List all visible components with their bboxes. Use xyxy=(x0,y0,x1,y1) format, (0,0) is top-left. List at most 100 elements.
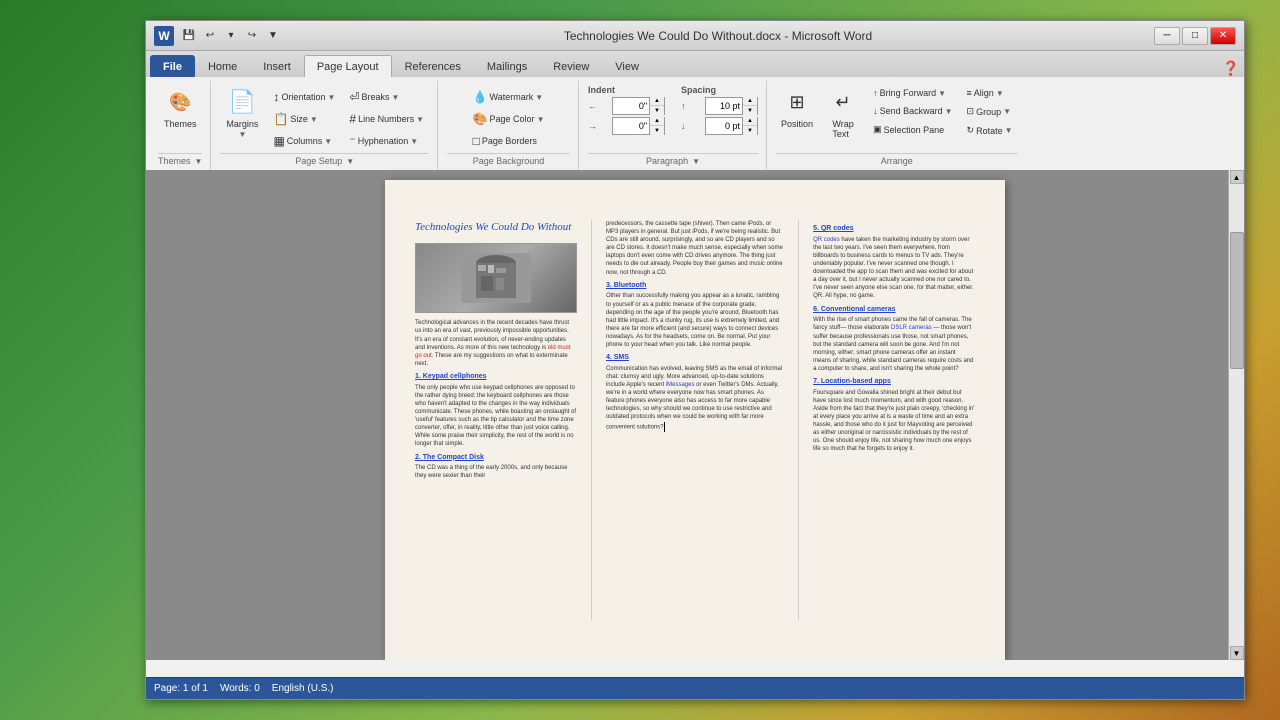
close-btn[interactable]: ✕ xyxy=(1210,27,1236,45)
wrap-text-btn[interactable]: ↵ WrapText xyxy=(822,83,864,142)
doc-text-qr: QR codes have taken the marketing indust… xyxy=(813,236,975,301)
send-backward-btn[interactable]: ↓ Send Backward ▼ xyxy=(868,103,957,119)
window-title: Technologies We Could Do Without.docx - … xyxy=(282,29,1154,43)
selection-pane-btn[interactable]: ▣ Selection Pane xyxy=(868,121,957,138)
breaks-label: Breaks xyxy=(361,92,389,102)
doc-text-cd-cont: predecessors, the cassette tape (shiver)… xyxy=(606,220,784,277)
selection-pane-label: Selection Pane xyxy=(884,125,945,135)
indent-right-row: → 0" ▲ ▼ xyxy=(588,117,665,135)
page-color-btn[interactable]: 🎨 Page Color ▼ xyxy=(468,109,550,129)
ribbon-content: 🎨 Themes Themes ▼ 📄 Margins ▼ ↕ xyxy=(146,77,1244,170)
indent-right-down[interactable]: ▼ xyxy=(650,126,664,135)
spacing-before-up[interactable]: ▲ xyxy=(743,97,757,106)
orientation-label: Orientation xyxy=(281,92,325,102)
doc-text-cameras: With the rise of smart phones came the f… xyxy=(813,316,975,373)
page-borders-btn[interactable]: □ Page Borders xyxy=(468,131,542,151)
document-area[interactable]: ▲ ▼ Technologies We Could Do Without xyxy=(146,170,1244,660)
position-label: Position xyxy=(781,119,813,129)
line-numbers-btn[interactable]: # Line Numbers ▼ xyxy=(344,109,429,129)
customize-quick-btn[interactable]: ▼ xyxy=(264,27,282,45)
word-icon: W xyxy=(154,26,174,46)
themes-btn[interactable]: 🎨 Themes xyxy=(159,83,202,132)
maximize-btn[interactable]: □ xyxy=(1182,27,1208,45)
page-borders-label: Page Borders xyxy=(482,136,537,146)
document-page: Technologies We Could Do Without Tech xyxy=(385,180,1005,660)
doc-column-right: 5. QR codes QR codes have taken the mark… xyxy=(813,220,975,620)
selection-pane-icon: ▣ xyxy=(873,124,882,135)
redo-quick-btn[interactable]: ↪ xyxy=(243,27,261,45)
page-bg-content: 💧 Watermark ▼ 🎨 Page Color ▼ □ Page Bord… xyxy=(468,83,550,151)
title-bar-left: W 💾 ↩ ▾ ↪ ▼ xyxy=(154,26,282,46)
bring-forward-btn[interactable]: ↑ Bring Forward ▼ xyxy=(868,85,957,101)
send-backward-icon: ↓ xyxy=(873,106,878,116)
indent-label: Indent xyxy=(588,85,665,95)
line-numbers-label: Line Numbers xyxy=(358,114,414,124)
themes-icon: 🎨 xyxy=(164,86,196,118)
spacing-after-down[interactable]: ▼ xyxy=(743,126,757,135)
scroll-down-btn[interactable]: ▼ xyxy=(1230,646,1244,660)
arrange-content: ⊞ Position ↵ WrapText ↑ Bring Forward ▼ xyxy=(776,83,1018,151)
doc-title: Technologies We Could Do Without xyxy=(415,220,577,235)
tab-insert[interactable]: Insert xyxy=(250,55,304,77)
margins-label: Margins xyxy=(226,119,258,129)
paragraph-group-label: Paragraph ▼ xyxy=(588,153,758,168)
doc-column-center: predecessors, the cassette tape (shiver)… xyxy=(606,220,784,620)
spacing-after-up[interactable]: ▲ xyxy=(743,117,757,126)
align-btn[interactable]: ≡ Align ▼ xyxy=(962,85,1018,101)
tab-references[interactable]: References xyxy=(392,55,474,77)
breaks-btn[interactable]: ⏎ Breaks ▼ xyxy=(344,87,429,107)
rotate-btn[interactable]: ↻ Rotate ▼ xyxy=(962,122,1018,139)
watermark-btn[interactable]: 💧 Watermark ▼ xyxy=(468,87,549,107)
spacing-after-spinbox[interactable]: 0 pt ▲ ▼ xyxy=(705,117,758,135)
tab-review[interactable]: Review xyxy=(540,55,602,77)
doc-text-cd: The CD was a thing of the early 2000s, a… xyxy=(415,464,577,480)
indent-left-up[interactable]: ▲ xyxy=(650,97,664,106)
undo-dropdown-btn[interactable]: ▾ xyxy=(222,27,240,45)
rotate-icon: ↻ xyxy=(967,125,975,136)
status-bar: Page: 1 of 1 Words: 0 English (U.S.) xyxy=(146,677,1244,699)
page-bg-group-label: Page Background xyxy=(447,153,570,168)
margins-btn[interactable]: 📄 Margins ▼ xyxy=(220,83,264,142)
doc-text-bluetooth: Other than successfully making you appea… xyxy=(606,292,784,349)
indent-right-up[interactable]: ▲ xyxy=(650,117,664,126)
themes-expand-icon[interactable]: ▼ xyxy=(195,157,203,166)
group-icon: ⊡ xyxy=(967,106,975,117)
undo-quick-btn[interactable]: ↩ xyxy=(201,27,219,45)
wrap-text-icon: ↵ xyxy=(827,86,859,118)
spacing-before-spinbox[interactable]: 10 pt ▲ ▼ xyxy=(705,97,758,115)
indent-right-spinbox[interactable]: 0" ▲ ▼ xyxy=(612,117,665,135)
save-quick-btn[interactable]: 💾 xyxy=(180,27,198,45)
hyphenation-label: Hyphenation xyxy=(358,136,409,146)
themes-group-content: 🎨 Themes xyxy=(159,83,202,151)
spacing-after-row: ↓ 0 pt ▲ ▼ xyxy=(681,117,758,135)
indent-left-spinbox[interactable]: 0" ▲ ▼ xyxy=(612,97,665,115)
indent-left-spinbtns: ▲ ▼ xyxy=(649,97,664,115)
columns-btn[interactable]: ▦ Columns ▼ xyxy=(268,131,340,151)
group-btn[interactable]: ⊡ Group ▼ xyxy=(962,103,1018,120)
themes-label: Themes xyxy=(164,119,197,129)
tab-page-layout[interactable]: Page Layout xyxy=(304,55,392,77)
position-btn[interactable]: ⊞ Position xyxy=(776,83,818,132)
doc-heading-qr: 5. QR codes xyxy=(813,224,975,234)
watermark-icon: 💧 xyxy=(473,90,488,104)
doc-heading-location: 7. Location-based apps xyxy=(813,377,975,387)
orientation-btn[interactable]: ↕ Orientation ▼ xyxy=(268,87,340,107)
spacing-before-down[interactable]: ▼ xyxy=(743,106,757,115)
hyphenation-btn[interactable]: ⁻ Hyphenation ▼ xyxy=(344,131,429,151)
spacing-label: Spacing xyxy=(681,85,758,95)
tab-file[interactable]: File xyxy=(150,55,195,77)
rotate-label: Rotate xyxy=(976,126,1003,136)
tab-view[interactable]: View xyxy=(602,55,652,77)
indent-left-down[interactable]: ▼ xyxy=(650,106,664,115)
page-setup-expand-icon[interactable]: ▼ xyxy=(346,157,354,166)
minimize-btn[interactable]: ─ xyxy=(1154,27,1180,45)
scroll-thumb[interactable] xyxy=(1230,232,1244,369)
tab-mailings[interactable]: Mailings xyxy=(474,55,540,77)
tab-home[interactable]: Home xyxy=(195,55,250,77)
vertical-scrollbar[interactable]: ▲ ▼ xyxy=(1228,170,1244,660)
paragraph-expand-icon[interactable]: ▼ xyxy=(692,157,700,166)
align-label: Align xyxy=(974,88,994,98)
scroll-up-btn[interactable]: ▲ xyxy=(1230,170,1244,184)
help-btn[interactable]: ❓ xyxy=(1222,59,1240,77)
size-btn[interactable]: 📋 Size ▼ xyxy=(268,109,340,129)
